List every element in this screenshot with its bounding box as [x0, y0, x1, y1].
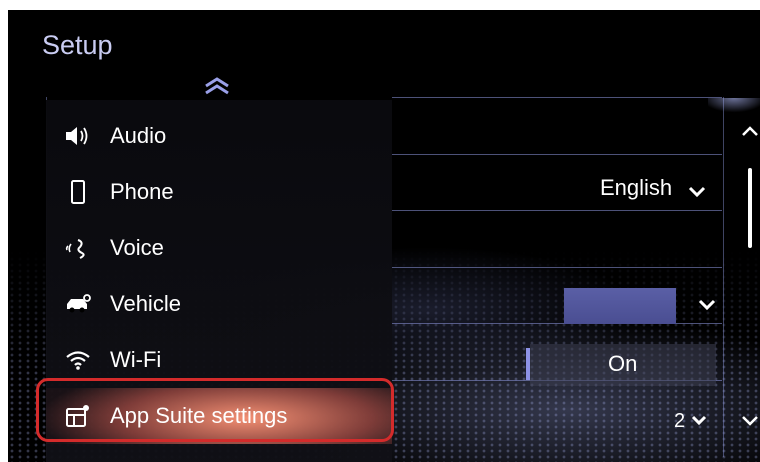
page-title: Setup	[42, 30, 113, 60]
scroll-up-icon[interactable]	[740, 124, 760, 138]
theme-color-swatch[interactable]	[564, 288, 676, 324]
scroll-up-chevron-icon[interactable]	[202, 76, 232, 96]
wifi-icon	[64, 346, 92, 374]
menu-item-label: Audio	[110, 123, 167, 148]
chevron-down-icon[interactable]	[698, 299, 716, 311]
chevron-down-icon[interactable]	[691, 415, 707, 426]
chevron-down-icon[interactable]	[688, 186, 706, 198]
toggle-value: On	[608, 351, 638, 376]
speaker-icon	[64, 122, 92, 150]
menu-item-label: Vehicle	[110, 291, 181, 316]
row-divider	[392, 97, 722, 98]
menu-item-label: Voice	[110, 235, 164, 260]
row-divider	[392, 267, 722, 268]
list-right-border	[723, 97, 724, 457]
voice-icon	[64, 234, 92, 262]
selection-highlight	[36, 378, 394, 442]
menu-item-audio[interactable]: Audio	[46, 108, 392, 164]
menu-item-vehicle[interactable]: Vehicle	[46, 276, 392, 332]
language-value[interactable]: English	[600, 175, 672, 201]
menu-item-label: Phone	[110, 179, 174, 204]
scroll-down-icon[interactable]	[740, 414, 760, 428]
row-divider	[392, 210, 722, 211]
menu-item-phone[interactable]: Phone	[46, 164, 392, 220]
row-divider	[392, 154, 722, 155]
menu-item-voice[interactable]: Voice	[46, 220, 392, 276]
scrollbar-thumb[interactable]	[748, 168, 752, 248]
setup-screen: Setup English On 2 Audio Phone Voice Veh…	[8, 10, 760, 462]
count-value: 2	[674, 410, 686, 432]
menu-item-label: Wi-Fi	[110, 347, 162, 372]
toggle-indicator	[526, 348, 530, 380]
car-icon	[64, 290, 92, 318]
phone-icon	[64, 178, 92, 206]
